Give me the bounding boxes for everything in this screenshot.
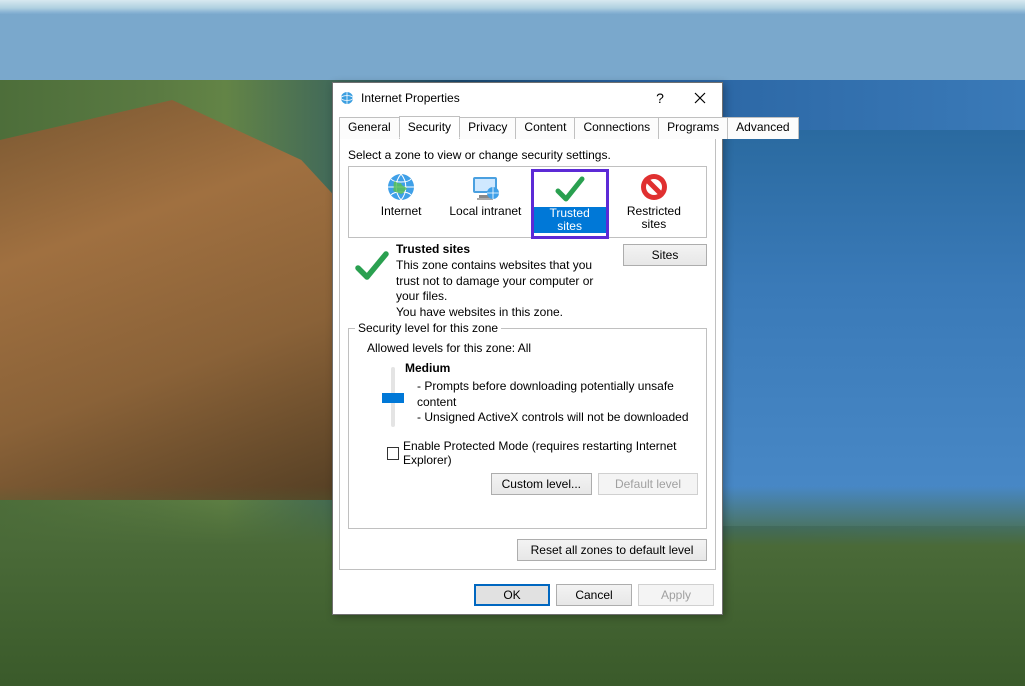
- close-button[interactable]: [680, 84, 720, 112]
- zone-prompt: Select a zone to view or change security…: [348, 148, 707, 162]
- zone-internet[interactable]: Internet: [364, 171, 438, 218]
- zone-restricted-sites[interactable]: Restricted sites: [617, 171, 691, 231]
- security-level-bullet-2: - Unsigned ActiveX controls will not be …: [405, 410, 698, 426]
- tab-advanced[interactable]: Advanced: [727, 117, 798, 139]
- internet-options-icon: [339, 90, 355, 106]
- zone-trusted-sites-label: Trusted sites: [533, 207, 607, 233]
- tab-connections[interactable]: Connections: [574, 117, 659, 139]
- window-title: Internet Properties: [361, 91, 640, 105]
- internet-properties-dialog: Internet Properties ? General Security P…: [332, 82, 723, 615]
- zone-detail: Trusted sites This zone contains website…: [348, 242, 707, 320]
- no-entry-icon: [638, 171, 670, 203]
- dialog-button-row: OK Cancel Apply: [333, 576, 722, 614]
- tab-privacy[interactable]: Privacy: [459, 117, 516, 139]
- zone-internet-label: Internet: [381, 205, 422, 218]
- default-level-button: Default level: [598, 473, 698, 495]
- custom-level-button[interactable]: Custom level...: [491, 473, 592, 495]
- globe-icon: [385, 171, 417, 203]
- reset-zones-button[interactable]: Reset all zones to default level: [517, 539, 707, 561]
- titlebar: Internet Properties ?: [333, 83, 722, 113]
- zone-restricted-sites-label: Restricted sites: [617, 205, 691, 231]
- protected-mode-checkbox[interactable]: Enable Protected Mode (requires restarti…: [387, 439, 698, 467]
- security-level-name: Medium: [405, 361, 698, 377]
- tab-general[interactable]: General: [339, 117, 400, 139]
- security-tab-panel: Select a zone to view or change security…: [339, 137, 716, 570]
- zone-trusted-sites[interactable]: Trusted sites: [533, 171, 607, 237]
- security-level-slider[interactable]: [367, 361, 405, 429]
- apply-button: Apply: [638, 584, 714, 606]
- zone-detail-description: This zone contains websites that you tru…: [396, 258, 596, 305]
- security-level-group: Security level for this zone Allowed lev…: [348, 328, 707, 529]
- help-button[interactable]: ?: [640, 84, 680, 112]
- tab-programs[interactable]: Programs: [658, 117, 728, 139]
- zone-detail-status: You have websites in this zone.: [396, 305, 596, 321]
- zone-detail-title: Trusted sites: [396, 242, 596, 256]
- checkmark-large-icon: [354, 248, 390, 284]
- sites-button[interactable]: Sites: [623, 244, 707, 266]
- computer-icon: [469, 171, 501, 203]
- zone-picker[interactable]: Internet Local intranet Trusted sites Re…: [348, 166, 707, 238]
- zone-local-intranet[interactable]: Local intranet: [448, 171, 522, 218]
- protected-mode-label: Enable Protected Mode (requires restarti…: [403, 439, 698, 467]
- checkmark-icon: [554, 173, 586, 205]
- ok-button[interactable]: OK: [474, 584, 550, 606]
- security-level-bullet-1: - Prompts before downloading potentially…: [405, 379, 698, 410]
- allowed-levels-label: Allowed levels for this zone: All: [367, 341, 698, 355]
- security-level-legend: Security level for this zone: [355, 321, 501, 335]
- zone-local-intranet-label: Local intranet: [449, 205, 521, 218]
- tabstrip: General Security Privacy Content Connect…: [333, 115, 722, 137]
- tab-security[interactable]: Security: [399, 116, 460, 138]
- checkbox-icon: [387, 447, 399, 460]
- tab-content[interactable]: Content: [515, 117, 575, 139]
- cancel-button[interactable]: Cancel: [556, 584, 632, 606]
